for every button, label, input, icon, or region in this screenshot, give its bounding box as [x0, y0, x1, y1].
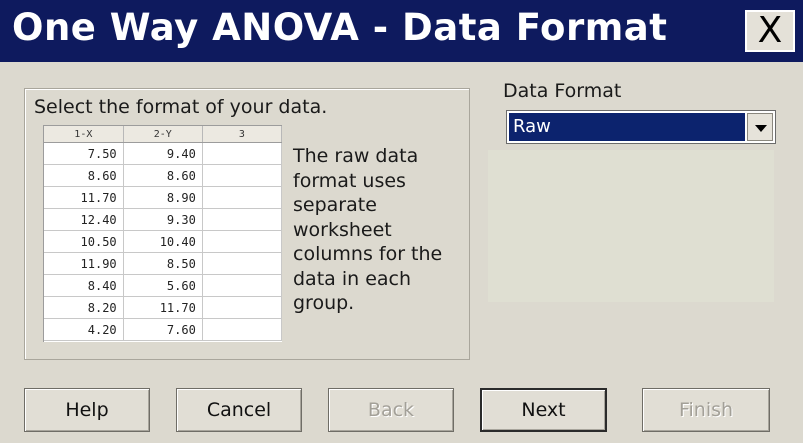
- anova-dialog: One Way ANOVA - Data Format X Select the…: [0, 0, 803, 443]
- table-cell: 9.30: [123, 208, 203, 231]
- table-row: 8.60 8.60: [44, 164, 283, 187]
- table-row: 8.40 5.60: [44, 274, 283, 297]
- table-cell: [202, 208, 283, 231]
- table-row: 7.50 9.40: [44, 142, 283, 165]
- table-cell: [202, 318, 283, 341]
- title-bar[interactable]: One Way ANOVA - Data Format X: [0, 0, 803, 62]
- table-cell: 4.20: [44, 318, 124, 341]
- table-cell: 5.60: [123, 274, 203, 297]
- cancel-button[interactable]: Cancel: [176, 388, 302, 432]
- table-cell: 8.40: [44, 274, 124, 297]
- table-cell: [202, 252, 283, 275]
- table-cell: [202, 164, 283, 187]
- table-cell: 10.40: [123, 230, 203, 253]
- table-cell: [202, 230, 283, 253]
- table-cell: 10.50: [44, 230, 124, 253]
- table-cell: 8.90: [123, 186, 203, 209]
- table-cell: 8.20: [44, 296, 124, 319]
- table-cell: 11.70: [44, 186, 124, 209]
- format-options-panel: [488, 150, 774, 302]
- table-cell: 11.90: [44, 252, 124, 275]
- table-cell: [202, 274, 283, 297]
- table-cell: 9.40: [123, 142, 203, 165]
- data-format-select[interactable]: Raw: [506, 110, 776, 144]
- data-format-selected-value[interactable]: Raw: [509, 113, 745, 141]
- table-row: 4.20 7.60: [44, 318, 283, 341]
- table-cell: [202, 186, 283, 209]
- table-row: 11.70 8.90: [44, 186, 283, 209]
- worksheet-preview: 1-X 2-Y 3 7.50 9.40 8.60 8.60 11.70 8.90…: [43, 125, 283, 342]
- column-header: 3: [202, 126, 283, 143]
- window-title: One Way ANOVA - Data Format: [12, 6, 668, 49]
- table-cell: 8.50: [123, 252, 203, 275]
- table-row: 11.90 8.50: [44, 252, 283, 275]
- close-icon: X: [757, 10, 783, 51]
- format-description: The raw data format uses separate worksh…: [293, 145, 443, 314]
- table-cell: 12.40: [44, 208, 124, 231]
- close-button[interactable]: X: [745, 10, 795, 52]
- worksheet-table: 1-X 2-Y 3 7.50 9.40 8.60 8.60 11.70 8.90…: [44, 126, 283, 341]
- table-cell: 8.60: [123, 164, 203, 187]
- column-header: 2-Y: [123, 126, 203, 143]
- table-cell: 11.70: [123, 296, 203, 319]
- data-format-label: Data Format: [503, 80, 622, 102]
- table-row: 8.20 11.70: [44, 296, 283, 319]
- help-button[interactable]: Help: [24, 388, 150, 432]
- chevron-down-icon[interactable]: [747, 113, 773, 141]
- next-button[interactable]: Next: [480, 388, 607, 432]
- table-row: 10.50 10.40: [44, 230, 283, 253]
- format-prompt: Select the format of your data.: [34, 96, 328, 118]
- table-cell: 7.50: [44, 142, 124, 165]
- table-cell: 8.60: [44, 164, 124, 187]
- table-cell: [202, 142, 283, 165]
- back-button[interactable]: Back: [328, 388, 454, 432]
- table-row: 12.40 9.30: [44, 208, 283, 231]
- finish-button[interactable]: Finish: [642, 388, 770, 432]
- column-header: 1-X: [44, 126, 124, 143]
- table-cell: 7.60: [123, 318, 203, 341]
- table-cell: [202, 296, 283, 319]
